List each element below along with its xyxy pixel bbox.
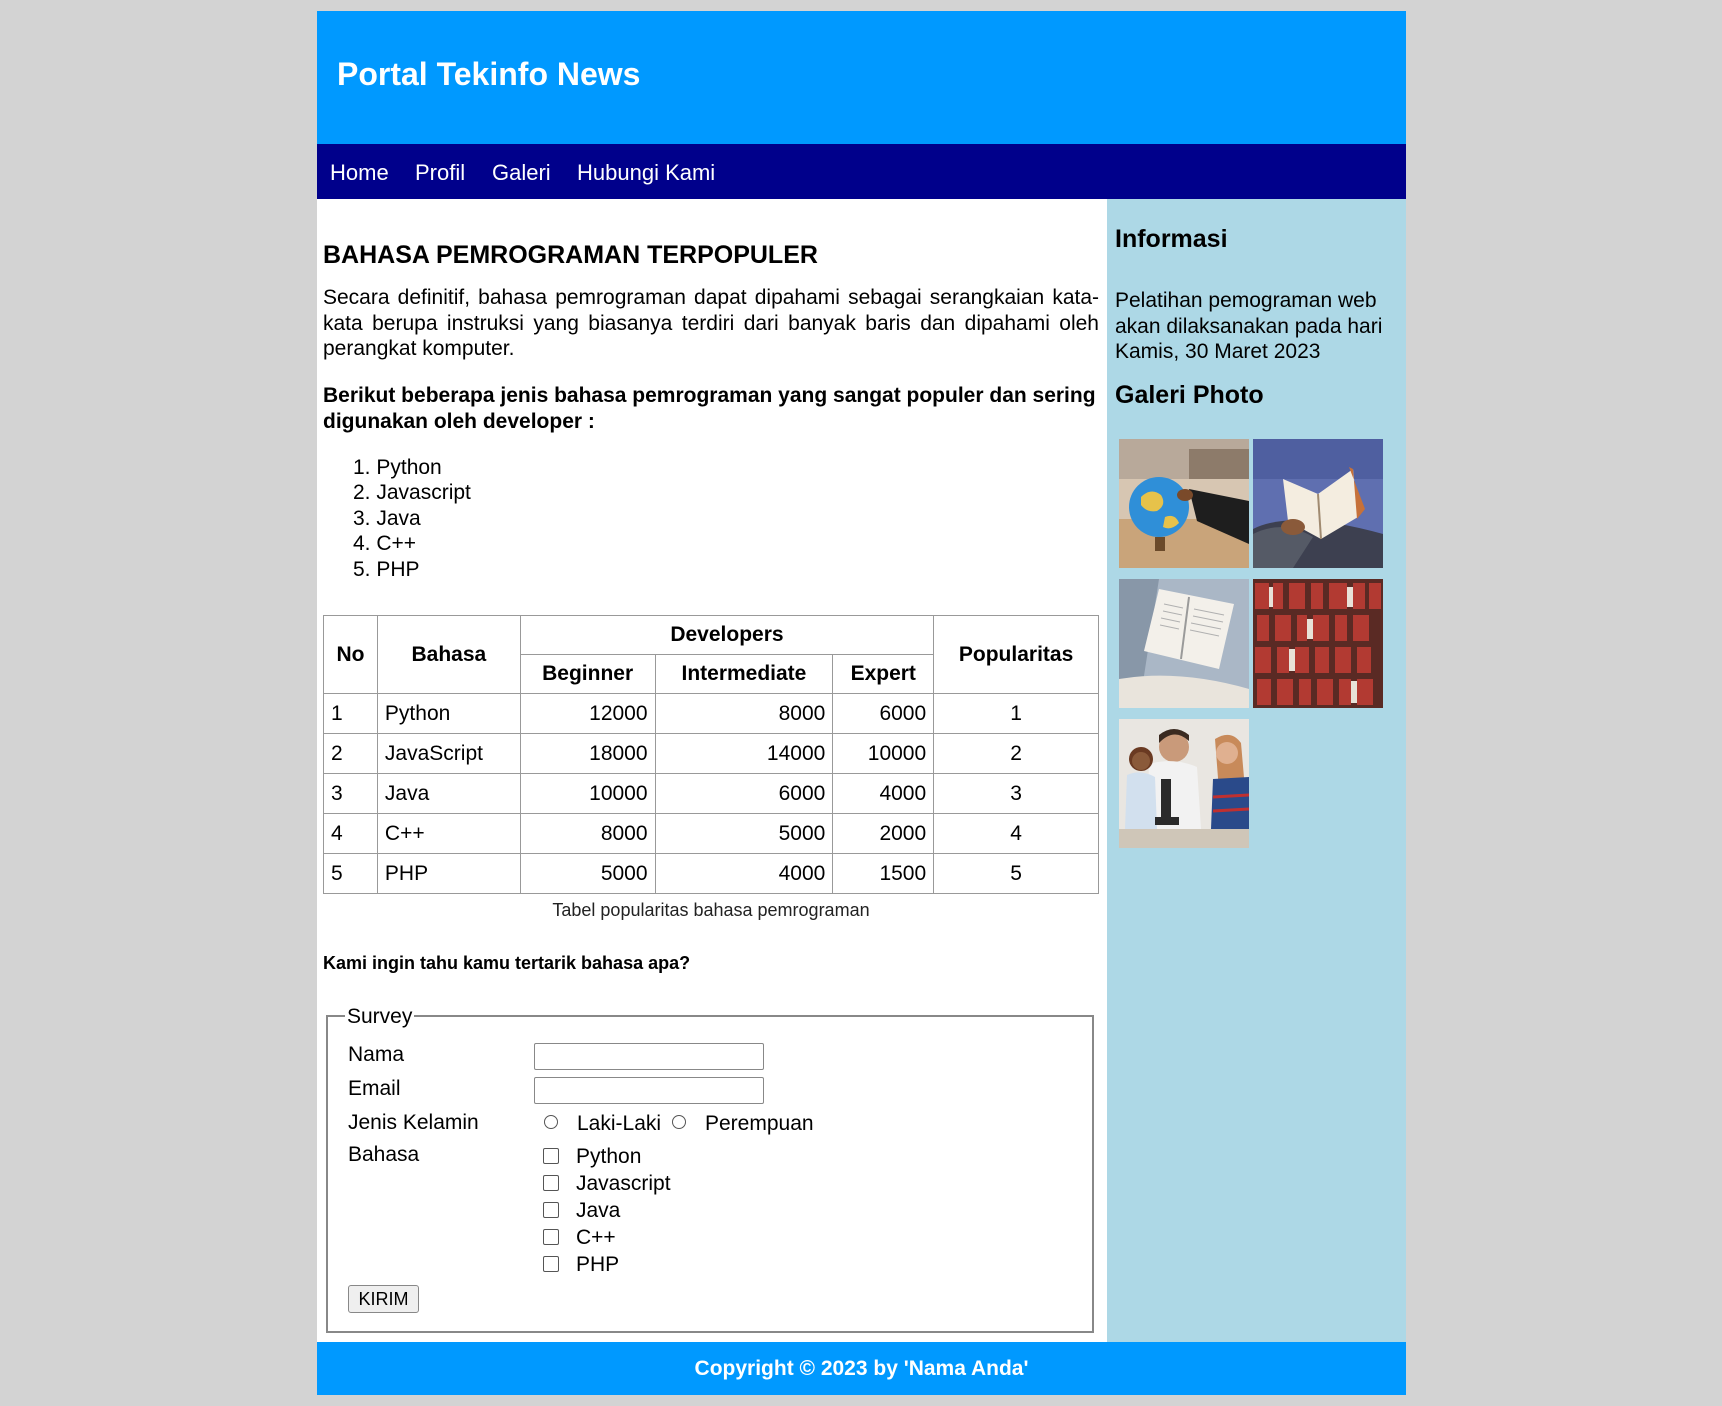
article-intro: Secara definitif, bahasa pemrograman dap… (323, 286, 1099, 360)
cell-expert: 10000 (832, 733, 935, 774)
cell-intermediate: 8000 (654, 693, 834, 734)
gallery-title: Galeri Photo (1115, 381, 1264, 409)
survey-question: Kami ingin tahu kamu tertarik bahasa apa… (323, 953, 691, 973)
header-bahasa: Bahasa (376, 615, 521, 694)
cell-no: 4 (323, 813, 378, 854)
cell-popularitas: 2 (933, 733, 1099, 774)
cell-intermediate: 6000 (654, 773, 834, 814)
table-row: 5 PHP 5000 4000 1500 5 (323, 853, 1099, 894)
nama-input[interactable] (534, 1043, 764, 1070)
open-book-photo[interactable] (1119, 579, 1249, 708)
cell-no: 1 (323, 693, 378, 734)
radio-laki-laki-label[interactable]: Laki-Laki (577, 1112, 661, 1136)
globe-photo[interactable] (1119, 439, 1249, 568)
email-input[interactable] (534, 1077, 764, 1104)
cell-beginner: 5000 (519, 853, 656, 894)
microscope-class-photo[interactable] (1119, 719, 1249, 848)
cell-beginner: 10000 (519, 773, 656, 814)
page-container: Portal Tekinfo News Home Profil Galeri H… (317, 11, 1406, 1395)
bahasa-label: Bahasa (348, 1143, 420, 1166)
nav-hubungi-kami-link[interactable]: Hubungi Kami (577, 160, 715, 186)
info-text: Pelatihan pemograman web akan dilaksanak… (1115, 289, 1383, 363)
radio-perempuan-label[interactable]: Perempuan (705, 1112, 814, 1136)
popularity-table: No Bahasa Developers Popularitas Beginne… (323, 615, 1099, 894)
checkbox-python-label[interactable]: Python (576, 1145, 641, 1169)
cell-no: 2 (323, 733, 378, 774)
cell-bahasa: JavaScript (376, 733, 521, 774)
cell-popularitas: 3 (933, 773, 1099, 814)
table-row: 4 C++ 8000 5000 2000 4 (323, 813, 1099, 854)
checkbox-cpp-label[interactable]: C++ (576, 1226, 616, 1250)
radio-perempuan[interactable] (672, 1115, 686, 1129)
header-intermediate: Intermediate (654, 654, 834, 694)
copyright-text: Copyright © 2023 by 'Nama Anda' (694, 1357, 1029, 1380)
nav-profil-link[interactable]: Profil (415, 160, 465, 186)
article-lead: Berikut beberapa jenis bahasa pemrograma… (323, 384, 1096, 433)
checkbox-python[interactable] (543, 1148, 559, 1164)
main-content: BAHASA PEMROGRAMAN TERPOPULER Secara def… (323, 199, 1099, 1353)
header-beginner: Beginner (519, 654, 656, 694)
cell-expert: 6000 (832, 693, 935, 734)
cell-intermediate: 4000 (654, 853, 834, 894)
kirim-button[interactable]: KIRIM (348, 1285, 419, 1313)
site-title: Portal Tekinfo News (337, 56, 641, 92)
nama-label: Nama (348, 1043, 405, 1066)
checkbox-javascript[interactable] (543, 1175, 559, 1191)
cell-popularitas: 5 (933, 853, 1099, 894)
checkbox-php[interactable] (543, 1256, 559, 1272)
article-title: BAHASA PEMROGRAMAN TERPOPULER (323, 241, 818, 269)
checkbox-javascript-label[interactable]: Javascript (576, 1172, 671, 1196)
survey-legend: Survey (345, 1005, 415, 1029)
sidebar: Informasi Pelatihan pemograman web akan … (1107, 199, 1406, 1353)
checkbox-cpp[interactable] (543, 1229, 559, 1245)
cell-intermediate: 14000 (654, 733, 834, 774)
cell-beginner: 12000 (519, 693, 656, 734)
cell-expert: 2000 (832, 813, 935, 854)
cell-intermediate: 5000 (654, 813, 834, 854)
table-row: 2 JavaScript 18000 14000 10000 2 (323, 733, 1099, 774)
list-item: 4. C++ (353, 532, 417, 556)
header-popularitas: Popularitas (933, 615, 1099, 694)
checkbox-java[interactable] (543, 1202, 559, 1218)
site-footer: Copyright © 2023 by 'Nama Anda' (317, 1342, 1406, 1395)
cell-popularitas: 4 (933, 813, 1099, 854)
nav-galeri-link[interactable]: Galeri (492, 160, 551, 186)
cell-bahasa: Java (376, 773, 521, 814)
reading-book-photo[interactable] (1253, 439, 1383, 568)
header-developers: Developers (519, 615, 935, 655)
cell-bahasa: C++ (376, 813, 521, 854)
cell-no: 5 (323, 853, 378, 894)
table-row: 1 Python 12000 8000 6000 1 (323, 693, 1099, 734)
nav-home-link[interactable]: Home (330, 160, 389, 186)
checkbox-php-label[interactable]: PHP (576, 1253, 619, 1277)
cell-bahasa: PHP (376, 853, 521, 894)
cell-popularitas: 1 (933, 693, 1099, 734)
survey-form: Survey Nama Email Jenis Kelamin Laki-Lak… (326, 1005, 1094, 1333)
list-item: 1. Python (353, 456, 442, 479)
header-expert: Expert (832, 654, 935, 694)
list-item: 5. PHP (353, 557, 420, 581)
cell-bahasa: Python (376, 693, 521, 734)
bookshelf-photo[interactable] (1253, 579, 1383, 708)
gender-label: Jenis Kelamin (348, 1111, 479, 1134)
info-title: Informasi (1115, 225, 1228, 253)
list-item: 2. Javascript (353, 481, 471, 505)
language-list: 1. Python 2. Javascript 3. Java 4. C++ 5… (353, 455, 471, 582)
email-label: Email (348, 1077, 401, 1100)
cell-beginner: 8000 (519, 813, 656, 854)
checkbox-java-label[interactable]: Java (576, 1199, 620, 1223)
table-caption: Tabel popularitas bahasa pemrograman (552, 900, 870, 920)
site-header: Portal Tekinfo News (317, 11, 1406, 144)
header-no: No (323, 615, 378, 694)
cell-no: 3 (323, 773, 378, 814)
radio-laki-laki[interactable] (544, 1115, 558, 1129)
cell-expert: 4000 (832, 773, 935, 814)
list-item: 3. Java (353, 506, 421, 530)
cell-beginner: 18000 (519, 733, 656, 774)
table-row: 3 Java 10000 6000 4000 3 (323, 773, 1099, 814)
nav-bar: Home Profil Galeri Hubungi Kami (317, 144, 1406, 199)
cell-expert: 1500 (832, 853, 935, 894)
